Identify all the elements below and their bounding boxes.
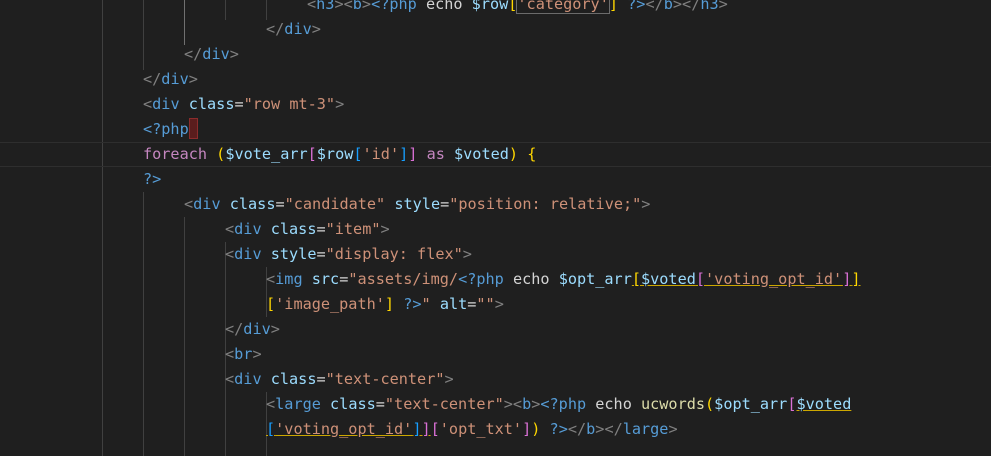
code-line[interactable]: ['voting_opt_id']]['opt_txt']) ?></b></l… bbox=[266, 417, 678, 442]
code-line[interactable]: <br> bbox=[225, 342, 262, 367]
code-line[interactable]: foreach ($vote_arr[$row['id']] as $voted… bbox=[143, 142, 536, 167]
code-editor[interactable]: <h3><b><?php echo $row['category'] ?></b… bbox=[0, 0, 991, 456]
code-line[interactable]: <div class="item"> bbox=[225, 217, 390, 242]
code-line[interactable]: <div style="display: flex"> bbox=[225, 242, 472, 267]
code-line[interactable]: <large class="text-center"><b><?php echo… bbox=[266, 392, 851, 417]
code-line[interactable]: </div> bbox=[225, 317, 280, 342]
code-line[interactable]: </div> bbox=[266, 17, 321, 42]
text-cursor bbox=[188, 117, 198, 139]
code-line[interactable]: </div> bbox=[143, 67, 198, 92]
code-line[interactable]: <div class="row mt-3"> bbox=[143, 92, 344, 117]
code-line[interactable]: <h3><b><?php echo $row['category'] ?></b… bbox=[307, 0, 728, 17]
code-line[interactable]: <div class="text-center"> bbox=[225, 367, 454, 392]
code-line[interactable]: <div class="candidate" style="position: … bbox=[184, 192, 650, 217]
code-line[interactable]: ?> bbox=[143, 167, 161, 192]
code-line[interactable]: ['image_path'] ?>" alt=""> bbox=[266, 292, 504, 317]
code-line[interactable]: <img src="assets/img/<?php echo $opt_arr… bbox=[266, 267, 861, 292]
code-line[interactable]: <?php bbox=[143, 117, 198, 142]
code-line[interactable]: </div> bbox=[184, 42, 239, 67]
